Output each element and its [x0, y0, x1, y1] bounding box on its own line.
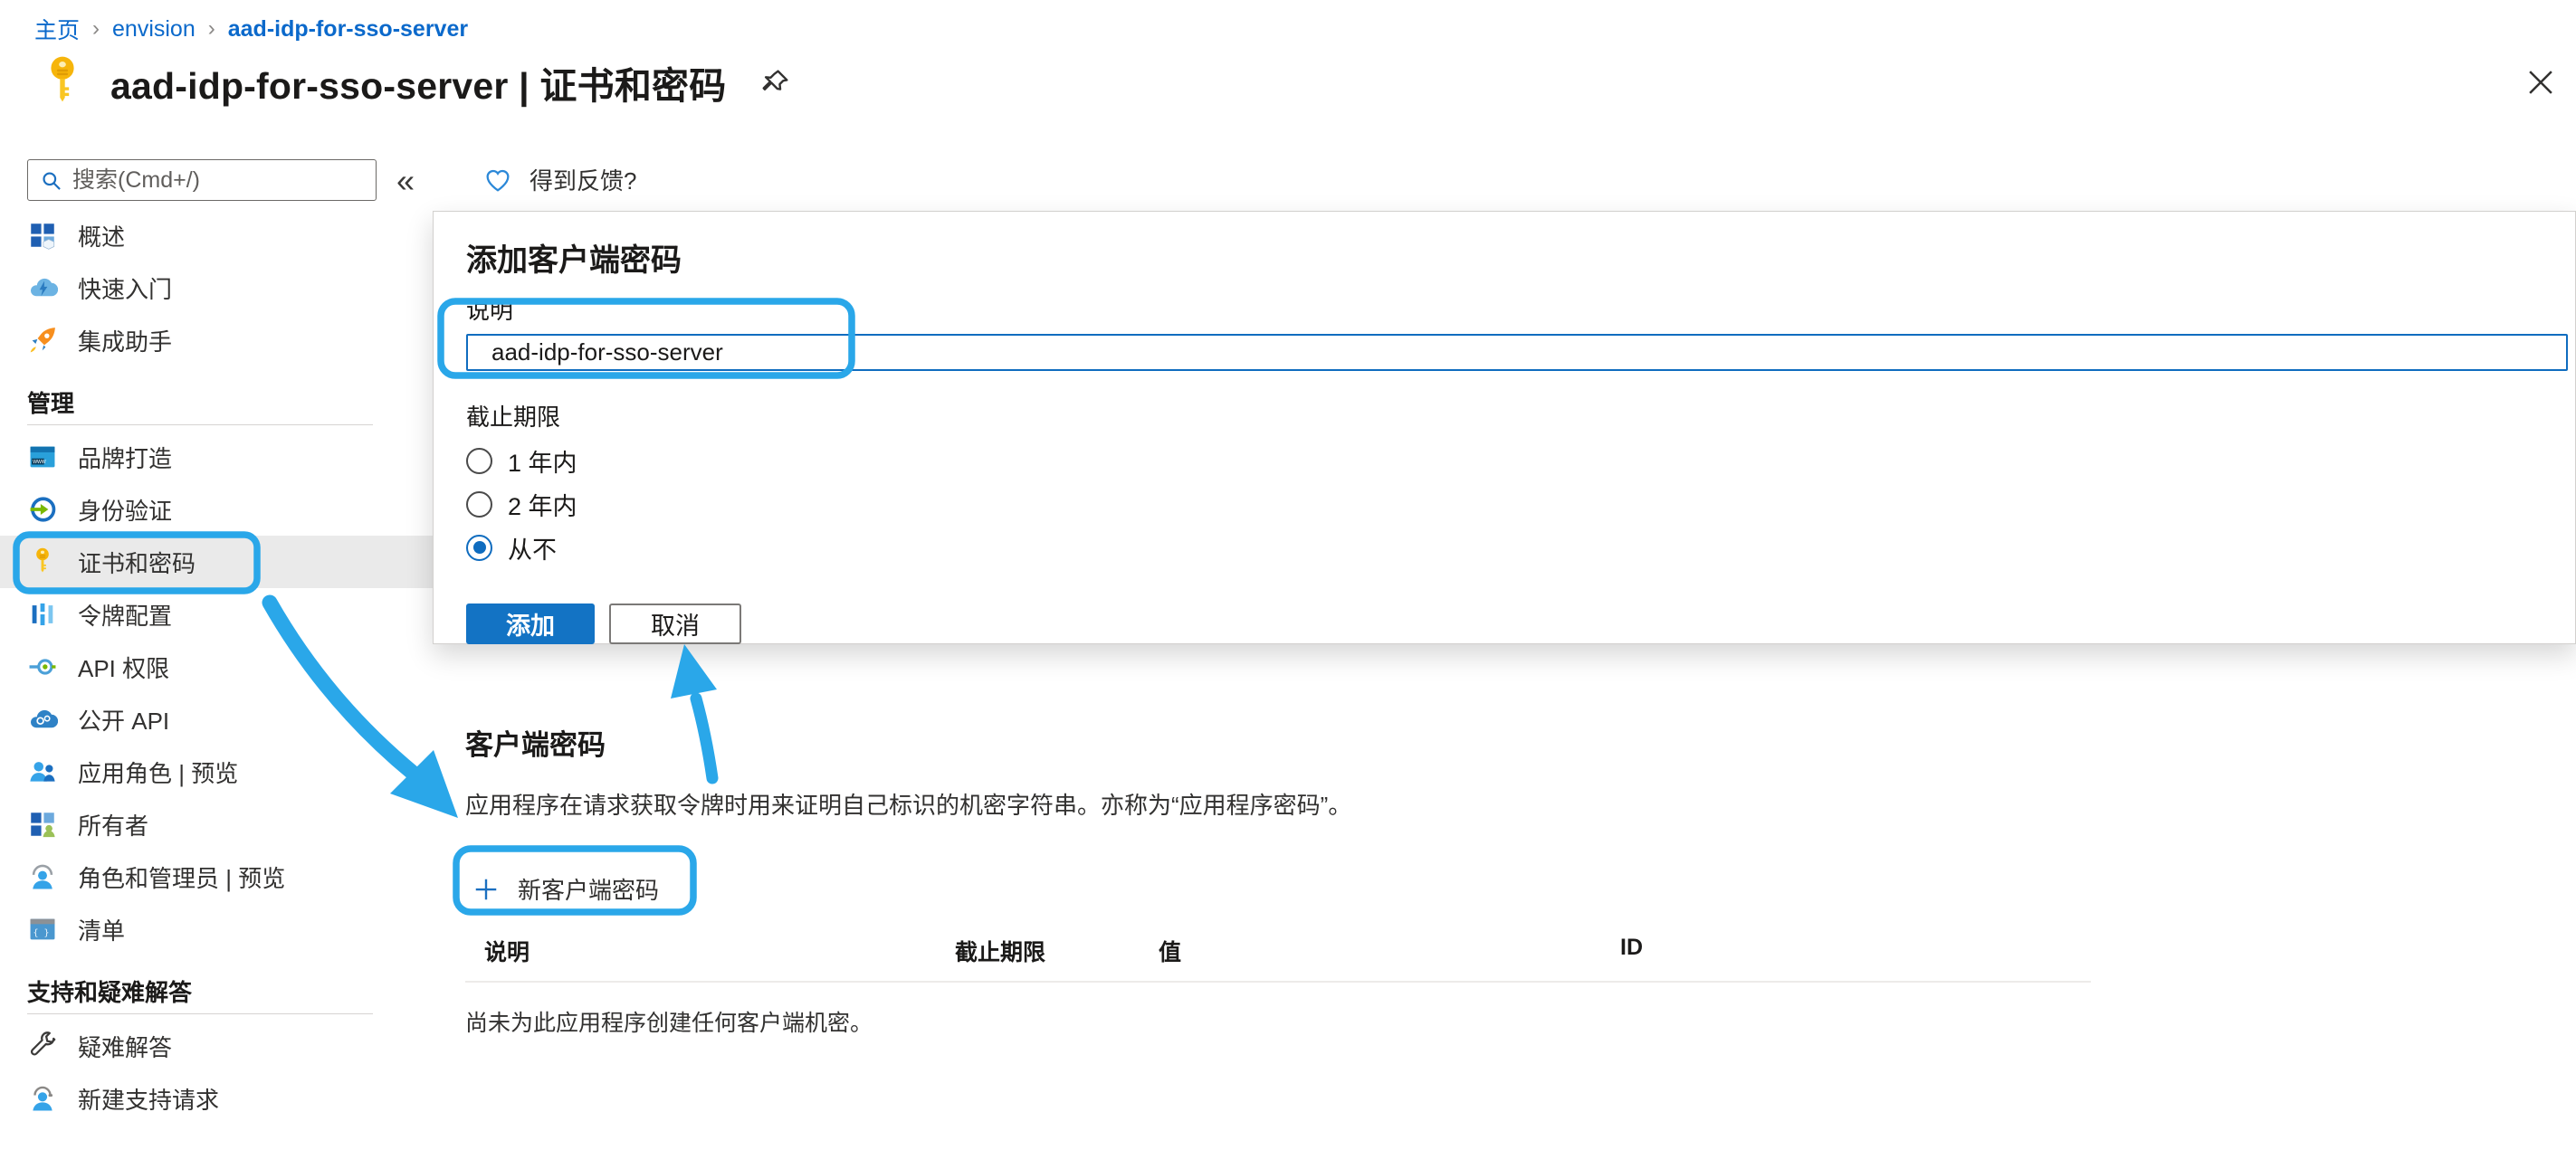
description-input[interactable] — [466, 334, 2568, 371]
page-header: aad-idp-for-sso-server | 证书和密码 — [38, 52, 793, 112]
sidebar-item-expose-api[interactable]: 公开 API — [0, 693, 433, 746]
cancel-button[interactable]: 取消 — [609, 604, 741, 644]
expires-option-2[interactable]: 从不 — [466, 530, 2575, 565]
collapse-sidebar-button[interactable]: « — [396, 161, 415, 201]
overview-icon — [27, 220, 58, 251]
expose-api-icon — [27, 704, 58, 735]
sidebar-item-manifest[interactable]: { }清单 — [0, 903, 433, 955]
sidebar-item-token-configuration[interactable]: 令牌配置 — [0, 588, 433, 641]
secrets-table-header: 说明截止期限值ID — [465, 935, 2122, 967]
api-permissions-icon — [27, 651, 58, 682]
new-support-request-icon — [27, 1083, 58, 1114]
troubleshooting-icon — [27, 1031, 58, 1061]
sidebar-item-authentication[interactable]: 身份验证 — [0, 483, 433, 536]
breadcrumb-item[interactable]: envision — [112, 16, 196, 43]
sidebar-divider — [27, 1013, 373, 1014]
sidebar-section-manage: 管理 — [0, 381, 433, 423]
dialog-buttons: 添加 取消 — [466, 604, 2575, 644]
column-header: 说明 — [484, 935, 955, 967]
add-client-secret-dialog: 添加客户端密码 说明 截止期限 1 年内 2 年内从不 添加 取消 — [433, 211, 2576, 644]
plus-icon — [472, 876, 500, 903]
sidebar-item-quickstart[interactable]: 快速入门 — [0, 261, 433, 314]
column-header: 值 — [1159, 935, 1620, 967]
expires-radio-group: 1 年内 2 年内从不 — [466, 443, 2575, 565]
breadcrumb-item[interactable]: 主页 — [34, 13, 80, 45]
breadcrumb-separator: › — [208, 16, 215, 42]
sidebar-item-new-support-request[interactable]: 新建支持请求 — [0, 1072, 433, 1125]
sidebar-item-app-roles[interactable]: 应用角色 | 预览 — [0, 746, 433, 798]
sidebar-item-integration-assistant[interactable]: 集成助手 — [0, 314, 433, 366]
svg-text:{ }: { } — [33, 928, 50, 938]
feedback-button[interactable]: 得到反馈? — [482, 163, 636, 196]
section-heading: 客户端密码 — [465, 722, 2122, 763]
sidebar-item-roles-administrators[interactable]: 角色和管理员 | 预览 — [0, 851, 433, 903]
close-icon[interactable] — [2524, 65, 2558, 100]
roles-administrators-icon — [27, 861, 58, 892]
pin-icon[interactable] — [758, 65, 793, 100]
search-icon — [39, 168, 63, 193]
sidebar-section-support: 支持和疑难解答 — [0, 970, 433, 1012]
breadcrumb: 主页 › envision › aad-idp-for-sso-server — [34, 13, 468, 45]
owners-icon — [27, 809, 58, 840]
add-button[interactable]: 添加 — [466, 604, 595, 644]
heart-icon — [482, 166, 513, 195]
table-divider — [465, 981, 2091, 983]
radio-unselected-icon[interactable] — [466, 448, 492, 474]
quickstart-icon — [27, 272, 58, 303]
column-header: 截止期限 — [955, 935, 1159, 967]
breadcrumb-separator: › — [92, 16, 100, 42]
page-title: aad-idp-for-sso-server | 证书和密码 — [110, 55, 726, 109]
sidebar-item-owners[interactable]: 所有者 — [0, 798, 433, 851]
sidebar-item-api-permissions[interactable]: API 权限 — [0, 641, 433, 693]
column-header: ID — [1620, 935, 2122, 967]
certificates-icon — [27, 546, 58, 577]
expires-label: 截止期限 — [466, 399, 2575, 432]
sidebar-search — [27, 159, 377, 201]
integration-assistant-icon — [27, 325, 58, 356]
sidebar-item-overview[interactable]: 概述 — [0, 209, 433, 261]
radio-selected-icon[interactable] — [466, 535, 492, 561]
token-configuration-icon — [27, 599, 58, 630]
sidebar-divider — [27, 424, 373, 425]
sidebar-item-certificates-secrets[interactable]: 证书和密码 — [0, 536, 433, 588]
sidebar-nav: 概述快速入门集成助手管理 WWW品牌打造身份验证证书和密码令牌配置API 权限公开… — [0, 209, 433, 1125]
sidebar-item-branding[interactable]: WWW品牌打造 — [0, 431, 433, 483]
key-icon — [38, 52, 87, 112]
manifest-icon: { } — [27, 914, 58, 945]
branding-icon: WWW — [27, 442, 58, 472]
client-secrets-section: 客户端密码 应用程序在请求获取令牌时用来证明自己标识的机密字符串。亦称为“应用程… — [465, 722, 2122, 1038]
description-label: 说明 — [466, 292, 2575, 326]
section-description: 应用程序在请求获取令牌时用来证明自己标识的机密字符串。亦称为“应用程序密码”。 — [465, 787, 2122, 821]
new-client-secret-button[interactable]: 新客户端密码 — [465, 863, 672, 915]
radio-unselected-icon[interactable] — [466, 491, 492, 518]
svg-text:WWW: WWW — [33, 460, 46, 465]
feedback-label: 得到反馈? — [530, 163, 636, 196]
dialog-title: 添加客户端密码 — [466, 235, 2575, 280]
empty-table-message: 尚未为此应用程序创建任何客户端机密。 — [465, 1005, 2122, 1038]
new-client-secret-label: 新客户端密码 — [518, 872, 659, 906]
expires-option-0[interactable]: 1 年内 — [466, 443, 2575, 478]
breadcrumb-item[interactable]: aad-idp-for-sso-server — [228, 16, 468, 43]
authentication-icon — [27, 494, 58, 525]
expires-option-1[interactable]: 2 年内 — [466, 487, 2575, 521]
app-window: 主页 › envision › aad-idp-for-sso-server aad-i… — [0, 0, 2576, 1169]
sidebar-item-troubleshooting[interactable]: 疑难解答 — [0, 1020, 433, 1072]
search-input[interactable] — [72, 167, 365, 194]
app-roles-icon — [27, 756, 58, 787]
